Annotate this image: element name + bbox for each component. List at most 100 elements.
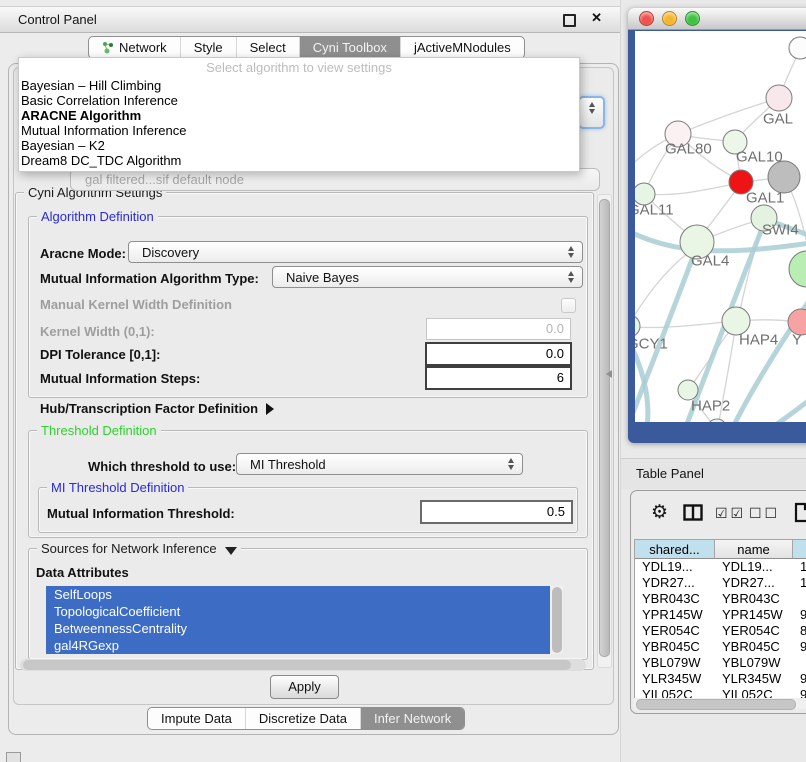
deselect-columns-icon[interactable]: ☐☐ [749,505,780,522]
algorithm-combobox-fragment[interactable] [578,96,605,129]
minimize-traffic-light-icon[interactable] [662,11,677,26]
column-header[interactable]: name [715,540,793,559]
tab-network[interactable]: Network [89,37,180,58]
algorithm-option[interactable]: Mutual Information Inference [19,123,579,138]
tab-impute-data[interactable]: Impute Data [148,708,245,729]
tab-select[interactable]: Select [236,37,299,58]
network-window-titlebar [628,8,806,30]
table-cell: 12 [793,575,806,591]
tab-cyni-toolbox[interactable]: Cyni Toolbox [299,37,400,58]
close-traffic-light-icon[interactable] [639,11,654,26]
settings-horizontal-scrollbar[interactable] [20,659,586,671]
stepper-arrows-icon [508,458,514,470]
apply-button[interactable]: Apply [270,675,339,699]
algorithm-option[interactable]: ARACNE Algorithm [19,108,579,123]
table-cell: YPR145W [635,607,715,623]
network-node[interactable] [766,85,792,111]
algorithm-option[interactable]: Bayesian – K2 [19,138,579,153]
tab-label: jActiveMNodules [414,39,511,56]
algorithm-dropdown-popup: Select algorithm to view settings Bayesi… [18,57,580,172]
attribute-item[interactable]: SelfLoops [46,586,550,603]
table-row[interactable]: YBL079WYBL079W [635,655,806,671]
network-node-label: GAL10 [736,148,783,165]
kernel-width-field[interactable]: 0.0 [426,318,571,340]
table-cell: 9. [793,671,806,687]
network-view-window: GALGAL80GAL10GAL1GAL11SWI4GAL4GCY1HAP4YH… [628,8,806,443]
network-node-label: GAL4 [691,252,729,269]
which-threshold-combobox[interactable]: MI Threshold [236,453,523,475]
network-graph: GALGAL80GAL10GAL1GAL11SWI4GAL4GCY1HAP4YH… [635,31,806,422]
table-cell: 9. [793,607,806,623]
table-cell: YDL19... [715,559,793,575]
zoom-traffic-light-icon[interactable] [685,11,700,26]
mi-threshold-field[interactable]: 0.5 [420,500,573,524]
close-icon[interactable]: ✕ [591,10,602,26]
network-edge[interactable] [635,249,693,327]
column-header[interactable]: shared... [635,540,715,559]
network-edge[interactable] [731,283,806,422]
dpi-tolerance-field[interactable]: 0.0 [425,342,572,366]
network-edge[interactable] [635,321,734,328]
tab-infer-network[interactable]: Infer Network [360,708,464,729]
split-columns-icon[interactable] [683,504,703,521]
manual-kernel-width-checkbox[interactable] [561,298,576,313]
data-attributes-label: Data Attributes [36,565,129,580]
table-cell: YLR345W [715,671,793,687]
tab-style[interactable]: Style [180,37,236,58]
network-node-label: GAL80 [665,140,712,157]
attribute-items: SelfLoopsTopologicalCoefficientBetweenne… [46,586,550,654]
table-row[interactable]: YBR043CYBR043C [635,591,806,607]
table-row[interactable]: YPR145WYPR145W9. [635,607,806,623]
table-row[interactable]: YLR345WYLR345W9. [635,671,806,687]
table-row[interactable]: YDL19...YDL19...13 [635,559,806,575]
algorithm-option[interactable]: Dream8 DC_TDC Algorithm [19,153,579,168]
table-row[interactable]: YBR045CYBR045C9. [635,639,806,655]
network-node-label: GAL1 [746,189,784,206]
network-node[interactable] [635,315,640,337]
table-row[interactable]: YDR27...YDR27...12 [635,575,806,591]
mi-steps-label: Mutual Information Steps: [40,371,200,386]
table-cell: YBR045C [715,639,793,655]
algorithm-option[interactable]: Bayesian – Hill Climbing [19,78,579,93]
mi-steps-field[interactable]: 6 [425,366,572,390]
tab-jactivemnodules[interactable]: jActiveMNodules [400,37,524,58]
table-row[interactable]: YIL052CYIL052C9 [635,687,806,698]
settings-vertical-scrollbar[interactable] [597,194,612,668]
tab-label: Infer Network [374,710,451,727]
tab-label: Network [119,39,167,56]
table-body: YDL19...YDL19...13YDR27...YDR27...12YBR0… [635,559,806,698]
file-icon[interactable] [794,502,806,523]
float-window-icon[interactable] [563,14,576,27]
aracne-mode-combobox[interactable]: Discovery [128,241,583,263]
table-row[interactable]: YER054CYER054C8. [635,623,806,639]
network-icon [102,41,114,54]
gear-icon[interactable]: ⚙ [651,503,668,522]
column-header[interactable]: A [793,540,806,559]
mi-algorithm-type-combobox[interactable]: Naive Bayes [272,266,583,288]
table-cell: YBR043C [715,591,793,607]
network-node[interactable] [789,37,806,59]
tab-discretize-data[interactable]: Discretize Data [245,708,360,729]
group-title: Threshold Definition [37,423,161,438]
network-node[interactable] [768,161,800,193]
network-canvas[interactable]: GALGAL80GAL10GAL1GAL11SWI4GAL4GCY1HAP4YH… [635,31,806,422]
table-horizontal-scrollbar[interactable] [634,698,806,709]
network-node[interactable] [789,251,806,287]
data-attributes-list: SelfLoopsTopologicalCoefficientBetweenne… [46,586,563,654]
hub-definition-toggle[interactable]: Hub/Transcription Factor Definition [40,401,274,416]
attribute-list-scrollbar[interactable] [550,586,563,654]
stepper-arrows-icon [568,246,574,258]
split-pane-collapse-icon[interactable] [606,370,612,378]
attribute-item[interactable]: gal4RGexp [46,637,550,654]
attribute-item[interactable]: BetweennessCentrality [46,620,550,637]
table-cell: YBL079W [635,655,715,671]
control-panel-tabs: Network Style Select Cyni Toolbox jActiv… [88,36,525,59]
network-edge[interactable] [645,183,739,195]
attribute-item[interactable]: TopologicalCoefficient [46,603,550,620]
mi-algorithm-type-label: Mutual Information Algorithm Type: [40,271,259,286]
sources-toggle[interactable]: Sources for Network Inference [37,541,241,556]
select-columns-icon[interactable]: ☑☑ [715,505,746,522]
algorithm-option[interactable]: Basic Correlation Inference [19,93,579,108]
panel-grip-icon[interactable] [6,752,21,762]
table-cell: YIL052C [635,687,715,698]
